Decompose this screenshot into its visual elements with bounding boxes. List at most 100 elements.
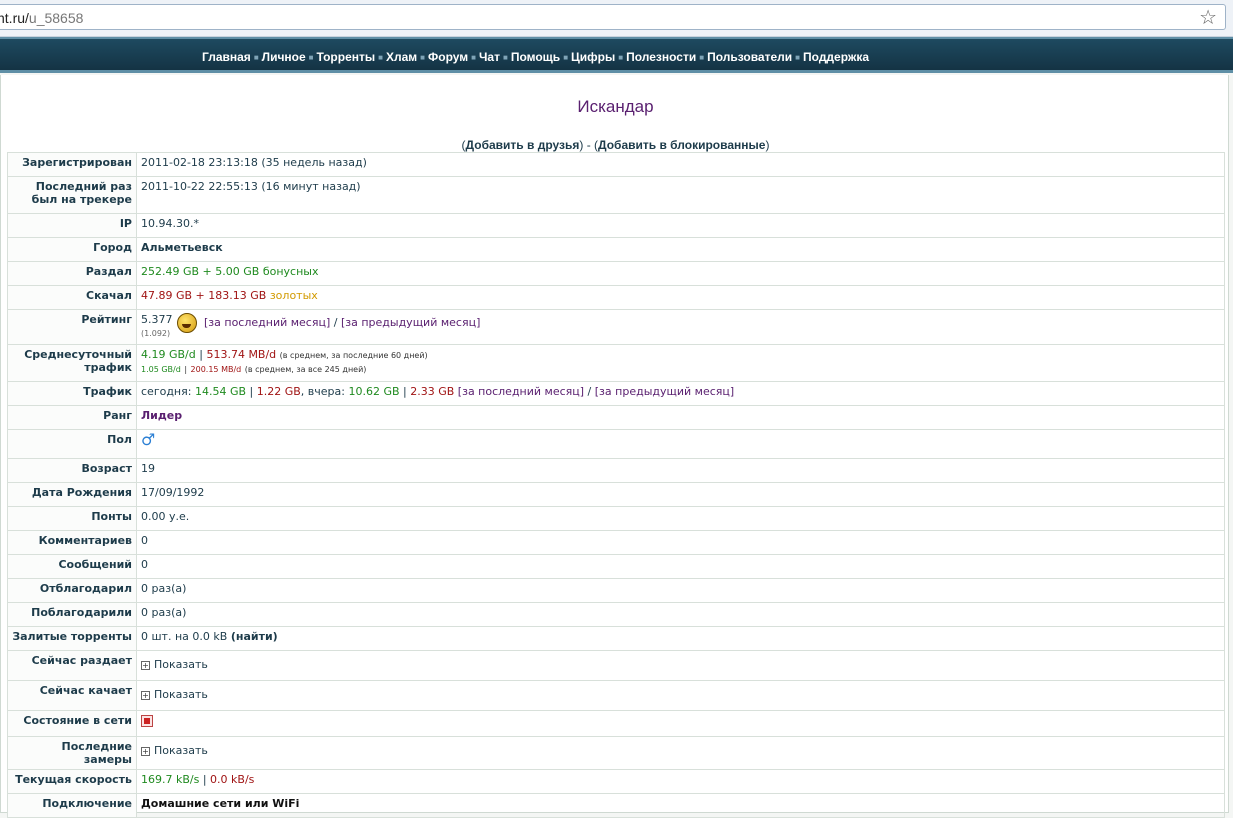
table-row: Город Альметьевск — [7, 237, 1225, 262]
expand-plus-icon[interactable]: + — [141, 690, 150, 700]
traffic-today-down: 1.22 GB — [256, 385, 301, 398]
traffic-cell: сегодня: 14.54 GB | 1.22 GB, вчера: 10.6… — [136, 381, 1225, 406]
row-label: IP — [7, 213, 137, 238]
add-blocked-link[interactable]: Добавить в блокированные — [598, 138, 765, 152]
online-cell — [136, 710, 1225, 737]
nav-separator: ■ — [308, 53, 314, 63]
bookmark-star-icon[interactable]: ☆ — [1199, 5, 1217, 29]
nav-separator: ■ — [795, 53, 801, 63]
thanked-value: 0 раз(а) — [136, 578, 1225, 603]
expand-plus-icon[interactable]: + — [141, 660, 150, 670]
add-friend-link[interactable]: Добавить в друзья — [466, 138, 580, 152]
speed-down: 0.0 kB/s — [210, 773, 255, 786]
daily-down-60: 513.74 MB/d — [206, 348, 277, 361]
table-row: Подключение Домашние сети или WiFi — [7, 793, 1225, 818]
nav-separator: ■ — [253, 53, 259, 63]
nav-item-users[interactable]: Пользователи — [707, 50, 792, 64]
uploaded-torrents-value: 0 шт. на 0.0 kB — [141, 630, 228, 643]
row-label: Комментариев — [7, 530, 137, 555]
row-label: Сообщений — [7, 554, 137, 579]
comments-value: 0 — [136, 530, 1225, 555]
rating-sep: / — [333, 316, 338, 329]
find-link[interactable]: (найти) — [231, 630, 278, 643]
gender-cell: ♂ — [136, 429, 1225, 459]
row-label: Сейчас раздает — [7, 650, 137, 681]
download-cell: 47.89 GB + 183.13 GB золотых — [136, 285, 1225, 310]
table-row: Последние замеры + Показать — [7, 736, 1225, 770]
measures-show-link[interactable]: Показать — [154, 744, 208, 757]
connection-value: Домашние сети или WiFi — [136, 793, 1225, 818]
rating-block: 5.377 (1.092) — [141, 313, 173, 340]
row-label: Пол — [7, 429, 137, 459]
table-row: IP 10.94.30.* — [7, 213, 1225, 238]
traffic-yesterday-up: 10.62 GB — [348, 385, 400, 398]
address-bar[interactable]: nt.ru/u_58658 ☆ — [0, 4, 1226, 30]
table-row: Поблагодарили 0 раз(а) — [7, 602, 1225, 627]
main-nav: Главная ■ Личное ■ Торренты ■ Хлам ■ Форум ■ Чат ■ П… — [0, 37, 1233, 73]
seeding-cell: + Показать — [136, 650, 1225, 681]
nav-item-forum[interactable]: Форум — [428, 50, 468, 64]
nav-item-support[interactable]: Поддержка — [803, 50, 869, 64]
registered-value: 2011-02-18 23:13:18 (35 недель назад) — [136, 152, 1225, 177]
profile-content: Искандар (Добавить в друзья) - (Добавить… — [0, 75, 1229, 818]
uploaded-torrents-cell: 0 шт. на 0.0 kB (найти) — [136, 626, 1225, 651]
points-value: 0.00 у.е. — [136, 506, 1225, 531]
male-icon: ♂ — [141, 430, 156, 449]
row-label: Последние замеры — [7, 736, 137, 770]
row-label: Сейчас качает — [7, 680, 137, 711]
nav-item-home[interactable]: Главная — [202, 50, 251, 64]
table-row: Дата Рождения 17/09/1992 — [7, 482, 1225, 507]
table-row: Зарегистрирован 2011-02-18 23:13:18 (35 … — [7, 152, 1225, 177]
traffic-prev-month-link[interactable]: [за предыдущий месяц] — [595, 385, 734, 398]
row-label: Состояние в сети — [7, 710, 137, 737]
leeching-show-link[interactable]: Показать — [154, 688, 208, 701]
traffic-yesterday-label: вчера: — [307, 385, 345, 398]
table-row: Скачал 47.89 GB + 183.13 GB золотых — [7, 285, 1225, 310]
row-label: Зарегистрирован — [7, 152, 137, 177]
nav-links: Главная ■ Личное ■ Торренты ■ Хлам ■ Форум ■ Чат ■ П… — [202, 50, 869, 64]
browser-toolbar: nt.ru/u_58658 ☆ — [0, 0, 1233, 37]
nav-item-stats[interactable]: Цифры — [571, 50, 615, 64]
nav-item-useful[interactable]: Полезности — [626, 50, 696, 64]
smiley-icon — [176, 313, 197, 333]
rating-cell: 5.377 (1.092) [за последний месяц] / [за… — [136, 309, 1225, 345]
rating-month-link[interactable]: [за последний месяц] — [204, 316, 330, 329]
row-label: Рейтинг — [7, 309, 137, 345]
table-row: Раздал 252.49 GB + 5.00 GB бонусных — [7, 261, 1225, 286]
traffic-today-label: сегодня: — [141, 385, 192, 398]
rating-prev-month-link[interactable]: [за предыдущий месяц] — [341, 316, 480, 329]
nav-separator: ■ — [563, 53, 569, 63]
row-label: Залитые торренты — [7, 626, 137, 651]
daily-up-60: 4.19 GB/d — [141, 348, 196, 361]
table-row: Отблагодарил 0 раз(а) — [7, 578, 1225, 603]
row-label: Возраст — [7, 458, 137, 483]
daily-down-all: 200.15 MB/d — [190, 365, 242, 374]
upload-value: 252.49 GB + 5.00 GB бонусных — [136, 261, 1225, 286]
traffic-sep: / — [587, 385, 592, 398]
row-label: Поблагодарили — [7, 602, 137, 627]
nav-item-chat[interactable]: Чат — [479, 50, 500, 64]
table-row: Состояние в сети — [7, 710, 1225, 737]
row-label: Подключение — [7, 793, 137, 818]
table-row: Текущая скорость 169.7 kB/s | 0.0 kB/s — [7, 769, 1225, 794]
row-label: Скачал — [7, 285, 137, 310]
row-label: Дата Рождения — [7, 482, 137, 507]
nav-item-personal[interactable]: Личное — [262, 50, 306, 64]
speed-cell: 169.7 kB/s | 0.0 kB/s — [136, 769, 1225, 794]
ip-value: 10.94.30.* — [136, 213, 1225, 238]
row-label: Текущая скорость — [7, 769, 137, 794]
rating-sub: (1.092) — [141, 329, 171, 338]
traffic-today-up: 14.54 GB — [194, 385, 247, 398]
nav-item-junk[interactable]: Хлам — [386, 50, 417, 64]
nav-item-torrents[interactable]: Торренты — [317, 50, 376, 64]
download-value: 47.89 GB + 183.13 GB — [141, 289, 267, 302]
traffic-month-link[interactable]: [за последний месяц] — [458, 385, 584, 398]
url-text[interactable]: nt.ru/u_58658 — [0, 10, 83, 26]
daily-note-all: (в среднем, за все 245 дней) — [244, 365, 367, 374]
seeding-show-link[interactable]: Показать — [154, 658, 208, 671]
nav-item-help[interactable]: Помощь — [511, 50, 560, 64]
last-seen-value: 2011-10-22 22:55:13 (16 минут назад) — [136, 176, 1225, 214]
row-label: Последний раз был на трекере — [7, 176, 137, 214]
expand-plus-icon[interactable]: + — [141, 746, 150, 756]
nav-separator: ■ — [502, 53, 508, 63]
